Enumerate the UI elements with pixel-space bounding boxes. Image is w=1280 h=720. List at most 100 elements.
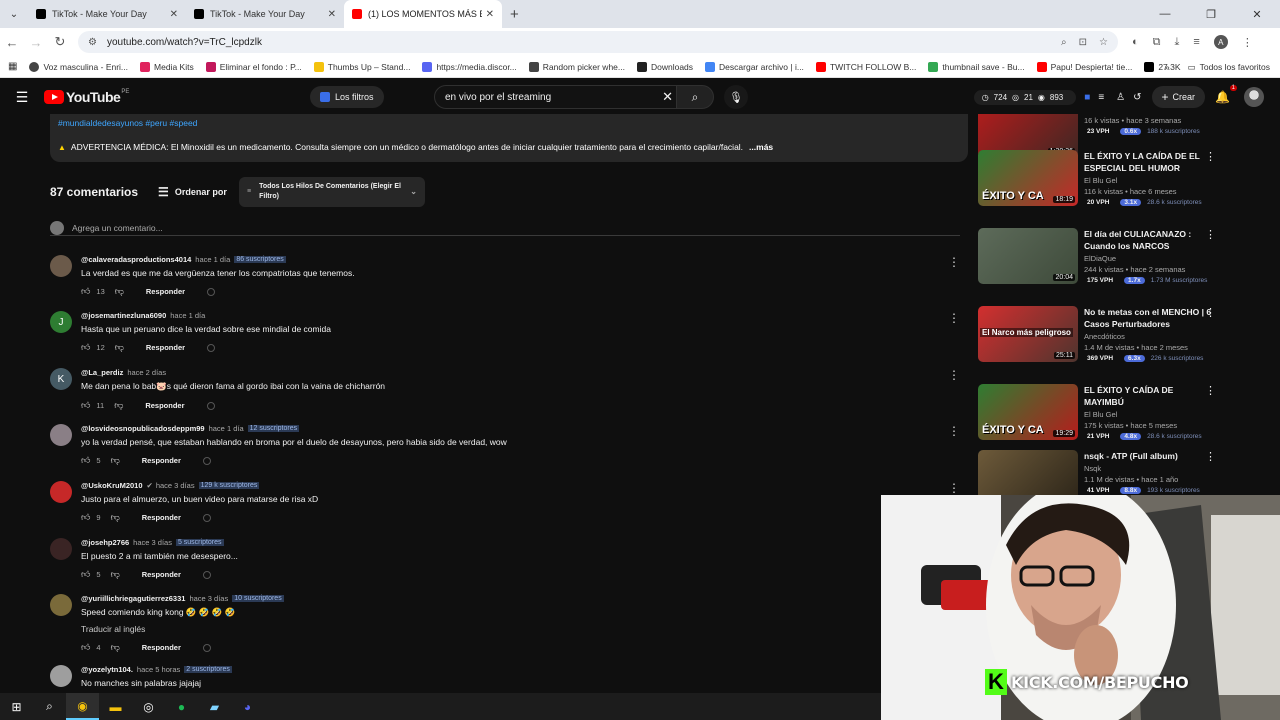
comment-author[interactable]: @calaveradasproductions4014 (81, 255, 191, 264)
new-tab-button[interactable]: + (502, 6, 527, 23)
tab-search-button[interactable]: ⌄ (0, 0, 28, 28)
reply-button[interactable]: Responder (145, 401, 184, 410)
recommended-video[interactable]: 20:04 El día del CULIACANAZO : Cuando lo… (978, 228, 1228, 298)
video-thumbnail[interactable]: ÉXITO Y CA 18:19 (978, 150, 1078, 206)
download-icon[interactable]: ⤓ (1175, 36, 1180, 49)
search-input[interactable]: en vivo por el streaming ✕ (434, 85, 684, 109)
all-bookmarks[interactable]: » ▭ Todos los favoritos (1165, 56, 1270, 78)
thumbs-down-icon[interactable]: 👎︎ (111, 642, 120, 653)
channel-name[interactable]: ElDiaQue (1084, 254, 1212, 263)
refresh-icon[interactable]: ↺ (1133, 92, 1141, 103)
thumbs-down-icon[interactable]: 👎︎ (115, 342, 124, 353)
video-thumbnail[interactable]: El Narco más peligroso 25:11 (978, 306, 1078, 362)
thumbs-up-icon[interactable]: 👍︎ (81, 642, 90, 653)
bookmark-item[interactable]: Voz masculina - Enri... (29, 61, 128, 72)
reply-button[interactable]: Responder (146, 343, 185, 352)
video-menu-icon[interactable]: ⋮ (1205, 150, 1216, 163)
thumbs-down-icon[interactable]: 👎︎ (111, 569, 120, 580)
comment-menu-icon[interactable]: ⋮ (948, 311, 960, 325)
chevron-right-icon[interactable]: » (1165, 62, 1170, 72)
thumbs-up-icon[interactable]: 👍︎ (81, 455, 90, 466)
translate-link[interactable]: Traducir al inglés (81, 624, 940, 634)
channel-name[interactable]: Anecdóticos (1084, 332, 1212, 341)
thumbs-up-icon[interactable]: 👍︎ (81, 400, 90, 411)
comment-author[interactable]: @yozelytn104. (81, 665, 133, 674)
video-thumbnail[interactable]: ÉXITO Y CA 19:29 (978, 384, 1078, 440)
bookmark-star-icon[interactable]: ☆ (1099, 37, 1108, 48)
windows-start-icon[interactable]: ⊞ (0, 693, 33, 720)
thumbs-up-icon[interactable]: 👍︎ (81, 512, 90, 523)
user-avatar[interactable] (1244, 87, 1264, 107)
avatar[interactable] (50, 594, 72, 616)
thread-filter-select[interactable]: ≡ Todos Los Hilos De Comentarios (Elegir… (239, 177, 425, 207)
channel-name[interactable]: El Blu Gel (1084, 410, 1212, 419)
close-window-button[interactable]: ✕ (1234, 8, 1280, 21)
comment-time[interactable]: hace 3 días (189, 594, 228, 603)
profile-avatar[interactable]: A (1213, 35, 1228, 49)
comment-time[interactable]: hace 1 día (195, 255, 230, 264)
video-menu-icon[interactable]: ⋮ (1205, 306, 1216, 319)
thumbs-down-icon[interactable]: 👎︎ (114, 400, 123, 411)
comment-author[interactable]: @La_perdiz (81, 368, 123, 377)
video-title[interactable]: nsqk - ATP (Full album) (1084, 450, 1212, 462)
close-icon[interactable]: ✕ (486, 9, 494, 20)
clear-search-icon[interactable]: ✕ (662, 89, 673, 105)
media-icon[interactable]: ≡ (1193, 36, 1199, 48)
thumbs-down-icon[interactable]: 👎︎ (115, 286, 124, 297)
extension-icon[interactable]: ■ (1084, 92, 1090, 103)
discord-icon[interactable]: ◕ (231, 693, 264, 720)
avatar[interactable] (50, 665, 72, 687)
file-explorer-icon[interactable]: ▬ (99, 693, 132, 720)
hamburger-menu-icon[interactable]: ☰ (0, 89, 44, 106)
spotify-icon[interactable]: ● (165, 693, 198, 720)
comment-author[interactable]: @losvideosnopublicadosdeppm99 (81, 424, 205, 433)
video-menu-icon[interactable]: ⋮ (1205, 228, 1216, 241)
search-icon[interactable]: ⌕ (33, 693, 66, 720)
thumbs-up-icon[interactable]: 👍︎ (81, 342, 90, 353)
site-settings-icon[interactable]: ⚙ (88, 37, 97, 48)
install-icon[interactable]: ⊡ (1079, 37, 1087, 48)
comment-time[interactable]: hace 1 día (209, 424, 244, 433)
recommended-video[interactable]: nsqk - ATP (Full album) Nsqk 1.1 M de vi… (978, 450, 1228, 496)
back-icon[interactable]: ← (0, 35, 24, 50)
recommended-video[interactable]: El Narco más peligroso 25:11 No te metas… (978, 306, 1228, 376)
comment-menu-icon[interactable]: ⋮ (948, 255, 960, 269)
reply-button[interactable]: Responder (142, 513, 181, 522)
description-hashtags[interactable]: #mundialdedesayunos #peru #speed (58, 118, 960, 128)
reply-button[interactable]: Responder (142, 570, 181, 579)
reply-button[interactable]: Responder (142, 643, 181, 652)
avatar[interactable] (50, 424, 72, 446)
bookmark-item[interactable]: https://media.discor... (422, 61, 517, 72)
extensions-puzzle-icon[interactable]: ⧉ (1153, 36, 1161, 49)
menu-icon[interactable]: ⋮ (1242, 36, 1253, 49)
browser-tab-1[interactable]: TikTok - Make Your Day ✕ (28, 0, 186, 28)
video-thumbnail[interactable]: 20:04 (978, 228, 1078, 284)
comment-menu-icon[interactable]: ⋮ (948, 368, 960, 382)
reply-button[interactable]: Responder (146, 287, 185, 296)
reload-icon[interactable]: ↻ (48, 34, 72, 50)
zoom-icon[interactable]: ⌕ (1061, 37, 1067, 48)
comment-author[interactable]: @yuriillichriegagutierrez6331 (81, 594, 185, 603)
voice-search-button[interactable]: 🎙 (724, 85, 748, 109)
bookmark-item[interactable]: Descargar archivo | i... (705, 61, 804, 72)
chrome-icon[interactable]: ◉ (66, 693, 99, 720)
avatar[interactable] (50, 481, 72, 503)
bookmark-item[interactable]: Downloads (636, 61, 693, 72)
bookmark-item[interactable]: Random picker whe... (528, 61, 625, 72)
avatar[interactable] (50, 255, 72, 277)
video-menu-icon[interactable]: ⋮ (1205, 450, 1216, 463)
avatar[interactable]: K (50, 368, 72, 390)
reply-button[interactable]: Responder (142, 456, 181, 465)
youtube-logo[interactable]: YouTube PE (44, 89, 129, 105)
filters-button[interactable]: Los filtros (310, 86, 384, 108)
video-description[interactable]: #mundialdedesayunos #peru #speed ▲ ADVER… (50, 114, 968, 162)
comment-time[interactable]: hace 5 horas (137, 665, 180, 674)
video-thumbnail[interactable] (978, 450, 1078, 496)
extension-icon[interactable]: ◐ (1132, 36, 1139, 48)
obs-icon[interactable]: ◎ (132, 693, 165, 720)
comment-time[interactable]: hace 3 días (133, 538, 172, 547)
recommended-video[interactable]: ÉXITO Y CA 18:19 EL ÉXITO Y LA CAÍDA DE … (978, 150, 1228, 220)
minimize-button[interactable]: — (1142, 8, 1188, 20)
avatar[interactable]: J (50, 311, 72, 333)
video-title[interactable]: No te metas con el MENCHO | 6 Casos Pert… (1084, 306, 1212, 330)
